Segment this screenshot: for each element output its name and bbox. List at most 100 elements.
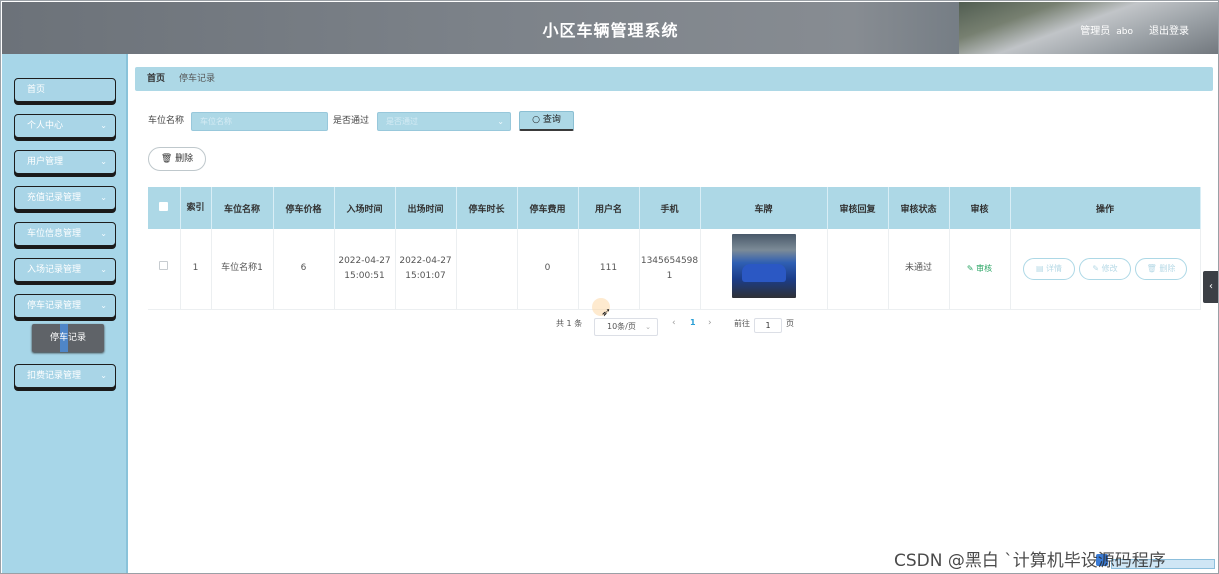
- cell-actions: ▤ 详情 ✎ 修改 🗑 删除: [1010, 229, 1201, 310]
- cell-phone: 1345654598 1: [639, 229, 701, 310]
- spot-name-input[interactable]: 车位名称: [191, 112, 328, 131]
- sidebar: 首页 个人中心 ⌄ 用户管理 ⌄ 充值记录管理 ⌄ 车位信息管理 ⌄ 入场记录管理 ⌄ 停…: [2, 54, 128, 573]
- chevron-left-icon: ‹: [1209, 281, 1213, 292]
- sidebar-item-users[interactable]: 用户管理 ⌄: [14, 150, 116, 174]
- pass-label: 是否通过: [333, 116, 370, 126]
- pass-select[interactable]: 是否通过 ⌄: [377, 112, 511, 131]
- sidebar-item-spots[interactable]: 车位信息管理 ⌄: [14, 222, 116, 246]
- goto-label: 前往: [734, 319, 750, 328]
- trash-icon: 🗑: [160, 154, 173, 164]
- search-button-label: 查询: [542, 115, 561, 125]
- car-photo[interactable]: [731, 233, 796, 298]
- app-title: 小区车辆管理系统: [542, 21, 679, 40]
- goto-page-input[interactable]: 1: [754, 318, 782, 333]
- app-window: 小区车辆管理系统 管理员 abo 退出登录 首页 个人中心 ⌄ 用户管理 ⌄ 充值记录…: [0, 0, 1219, 574]
- audit-link[interactable]: ✎ 审核: [967, 264, 992, 273]
- chevron-down-icon: ⌄: [100, 371, 107, 380]
- select-all-cell[interactable]: [148, 187, 181, 229]
- select-all-checkbox[interactable]: [159, 202, 169, 211]
- col-plate: 车牌: [700, 187, 828, 229]
- table-row: 1 车位名称1 6 2022-04-27 15:00:51 2022-04-27 1…: [148, 229, 1201, 310]
- phone-line-1: 1345654598: [640, 255, 699, 266]
- prev-page-button[interactable]: ‹: [672, 318, 676, 328]
- user-role: 管理员: [1080, 26, 1111, 37]
- sidebar-item-label: 入场记录管理: [27, 265, 82, 275]
- sidebar-item-label: 个人中心: [27, 121, 64, 131]
- in-clock: 15:00:51: [344, 270, 385, 281]
- batch-delete-label: 删除: [175, 154, 194, 164]
- col-duration: 停车时长: [456, 187, 518, 229]
- chevron-down-icon: ⌄: [100, 121, 107, 130]
- col-spot-name: 车位名称: [211, 187, 274, 229]
- chevron-down-icon: ⌄: [100, 265, 107, 274]
- pass-select-placeholder: 是否通过: [386, 117, 418, 126]
- top-header: 小区车辆管理系统 管理员 abo 退出登录: [2, 2, 1218, 54]
- col-index: 索引: [180, 187, 212, 229]
- user-info: 管理员 abo: [1080, 22, 1133, 37]
- edit-button[interactable]: ✎ 修改: [1079, 257, 1131, 280]
- cell-reply: [827, 229, 889, 310]
- chevron-down-icon: ⌄: [100, 157, 107, 166]
- sidebar-item-recharge[interactable]: 充值记录管理 ⌄: [14, 186, 116, 210]
- sidebar-item-label: 车位信息管理: [27, 229, 82, 239]
- row-select-cell[interactable]: [148, 229, 181, 310]
- next-page-button[interactable]: ›: [708, 318, 712, 328]
- col-out-time: 出场时间: [395, 187, 457, 229]
- sidebar-item-parking[interactable]: 停车记录管理 ⌄: [14, 294, 116, 318]
- chevron-down-icon: ⌄: [645, 323, 651, 331]
- col-actions: 操作: [1010, 187, 1201, 229]
- total-prefix: 共: [556, 319, 564, 328]
- cell-status: 未通过: [888, 229, 950, 310]
- batch-delete-button[interactable]: 🗑 删除: [148, 147, 206, 171]
- col-label: 索引: [186, 202, 205, 213]
- cell-price: 6: [273, 229, 335, 310]
- cell-index: 1: [180, 229, 212, 310]
- col-price: 停车价格: [273, 187, 335, 229]
- breadcrumb-home[interactable]: 首页: [147, 74, 165, 84]
- sidebar-item-deductions[interactable]: 扣费记录管理 ⌄: [14, 364, 116, 388]
- pagination-total: 共 1 条: [556, 318, 582, 329]
- page-size-select[interactable]: 10条/页 ⌄: [594, 318, 658, 336]
- sidebar-item-profile[interactable]: 个人中心 ⌄: [14, 114, 116, 138]
- col-audit: 审核: [949, 187, 1011, 229]
- detail-icon: ▤: [1035, 263, 1044, 273]
- logout-link[interactable]: 退出登录: [1149, 22, 1189, 37]
- phone-line-2: 1: [666, 270, 673, 281]
- edit-icon: ✎: [966, 263, 974, 273]
- sidebar-item-label: 用户管理: [27, 157, 64, 167]
- delete-label: 删除: [1159, 263, 1176, 273]
- col-in-time: 入场时间: [334, 187, 396, 229]
- cell-in-time: 2022-04-27 15:00:51: [334, 229, 396, 310]
- out-clock: 15:01:07: [405, 270, 446, 281]
- out-date: 2022-04-27: [399, 255, 452, 266]
- col-reply: 审核回复: [827, 187, 889, 229]
- detail-label: 详情: [1046, 263, 1063, 273]
- cell-audit: ✎ 审核: [949, 229, 1011, 310]
- page-size-value: 10条/页: [607, 322, 636, 331]
- sidebar-subitem-parking-records[interactable]: 停车记录: [32, 324, 104, 352]
- cell-plate: [700, 229, 828, 310]
- watermark: CSDN @黑白 `计算机毕设源码程序: [894, 551, 1166, 571]
- detail-button[interactable]: ▤ 详情: [1023, 257, 1075, 280]
- delete-button[interactable]: 🗑 删除: [1135, 257, 1187, 280]
- chevron-down-icon: ⌄: [100, 193, 107, 202]
- sidebar-item-label: 首页: [27, 85, 46, 95]
- sidebar-item-label: 扣费记录管理: [27, 371, 82, 381]
- row-checkbox[interactable]: [159, 261, 169, 271]
- collapse-panel-tab[interactable]: ‹: [1203, 271, 1218, 303]
- page-number-current[interactable]: 1: [690, 318, 696, 327]
- sidebar-item-entries[interactable]: 入场记录管理 ⌄: [14, 258, 116, 282]
- edit-label: 修改: [1101, 263, 1118, 273]
- col-phone: 手机: [639, 187, 701, 229]
- chevron-down-icon: ⌄: [100, 229, 107, 238]
- search-button[interactable]: ○ 查询: [519, 111, 574, 131]
- sidebar-item-home[interactable]: 首页: [14, 78, 116, 102]
- user-name: abo: [1116, 27, 1133, 37]
- col-username: 用户名: [578, 187, 640, 229]
- col-status: 审核状态: [888, 187, 950, 229]
- total-count: 1: [566, 319, 572, 328]
- search-icon: ○: [532, 115, 540, 125]
- chevron-down-icon: ⌄: [497, 117, 504, 126]
- audit-label: 审核: [976, 263, 993, 273]
- total-suffix: 条: [574, 319, 583, 328]
